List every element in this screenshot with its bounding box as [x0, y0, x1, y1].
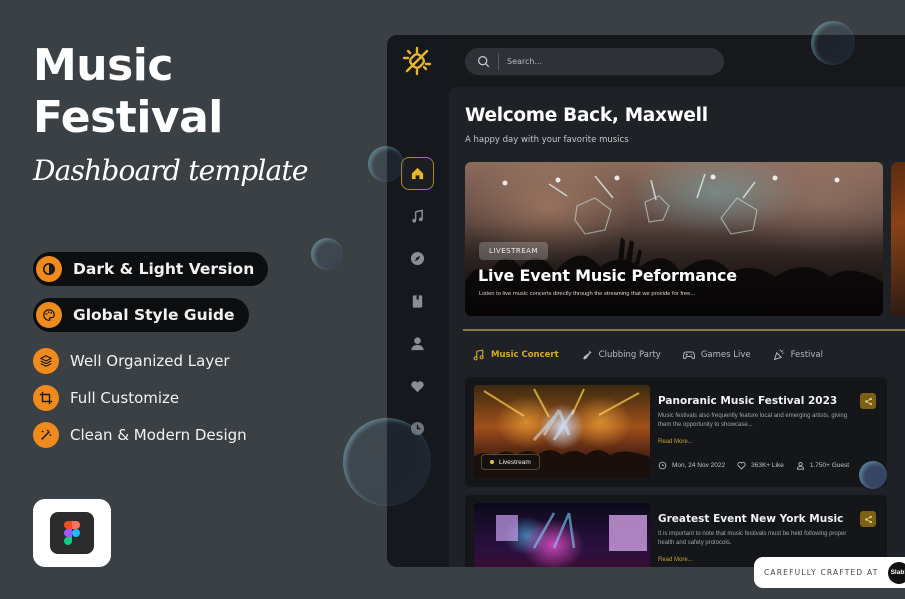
- compass-icon: [410, 251, 425, 266]
- feature-list: Dark & Light Version Global Style Guide …: [33, 252, 269, 455]
- calendar-clock-icon: [658, 461, 667, 470]
- feature-label: Clean & Modern Design: [70, 425, 247, 444]
- bottle-icon: [582, 350, 592, 360]
- share-button[interactable]: [860, 393, 876, 409]
- gamepad-icon: [682, 351, 695, 360]
- read-more-link[interactable]: Read More...: [658, 557, 693, 563]
- share-button[interactable]: [860, 511, 876, 527]
- page-title: Welcome Back, Maxwell: [465, 105, 708, 126]
- heart-icon: [737, 461, 746, 470]
- event-guests: 1.750+ Guest: [796, 461, 849, 470]
- sidebar-item-favorites[interactable]: [401, 370, 434, 403]
- event-image: Livestream: [474, 385, 650, 478]
- sidebar-item-history[interactable]: [401, 412, 434, 445]
- event-card[interactable]: Livestream Panoranic Music Festival 2023…: [465, 377, 887, 487]
- hero-title: Live Event Music Peformance: [478, 266, 737, 285]
- livestream-badge: Livestream: [481, 454, 540, 470]
- book-icon: [412, 294, 423, 308]
- tab-clubbing-party[interactable]: Clubbing Party: [581, 349, 661, 361]
- figma-badge: [33, 499, 111, 567]
- feature-label: Global Style Guide: [73, 306, 235, 324]
- layers-icon: [33, 347, 59, 374]
- concert-screen-image: [496, 512, 647, 551]
- event-title: Greatest Event New York Music: [658, 513, 844, 525]
- tab-music-concert[interactable]: Music Concert: [473, 349, 559, 361]
- share-icon: [864, 397, 872, 405]
- feature-item: Clean & Modern Design: [33, 418, 268, 451]
- promo-title-line2: Festival: [33, 92, 223, 143]
- app-logo-icon: [402, 46, 432, 76]
- search-bar[interactable]: [465, 48, 724, 75]
- event-date-text: Mon, 24 Nov 2022: [672, 462, 726, 469]
- party-popper-icon: [773, 349, 784, 361]
- magic-wand-icon: [33, 421, 59, 448]
- dashboard-window: Welcome Back, Maxwell A happy day with y…: [387, 35, 905, 567]
- feature-item: Well Organized Layer: [33, 344, 268, 377]
- clock-icon: [410, 421, 425, 436]
- sidebar-item-music[interactable]: [401, 200, 434, 233]
- tab-festival[interactable]: Festival: [773, 349, 823, 361]
- hero-description: Listen to live music concerts directly t…: [479, 291, 696, 297]
- event-likes: 363K+ Like: [737, 461, 784, 470]
- feature-label: Dark & Light Version: [73, 260, 255, 278]
- tab-label: Music Concert: [491, 350, 559, 360]
- feature-item: Global Style Guide: [33, 298, 249, 332]
- sidebar-item-library[interactable]: [401, 285, 434, 318]
- tab-label: Games Live: [700, 350, 751, 360]
- tab-label: Festival: [790, 350, 823, 360]
- event-description: Music festivals also frequently feature …: [658, 413, 848, 428]
- livestream-badge: LIVESTREAM: [479, 242, 549, 260]
- event-guests-text: 1.750+ Guest: [809, 462, 850, 469]
- event-description: It is important to note that music festi…: [658, 531, 847, 546]
- event-date: Mon, 24 Nov 2022: [658, 461, 725, 470]
- tab-games-live[interactable]: Games Live: [682, 349, 751, 361]
- user-icon: [411, 337, 424, 351]
- read-more-link[interactable]: Read More...: [658, 439, 693, 445]
- sidebar-item-profile[interactable]: [401, 327, 434, 360]
- event-title: Panoranic Music Festival 2023: [658, 395, 838, 407]
- promo-title: Music Festival: [33, 40, 223, 144]
- crafted-label: CAREFULLY CRAFTED AT: [764, 568, 879, 577]
- page-subtitle: A happy day with your favorite musics: [465, 135, 629, 145]
- share-icon: [864, 515, 872, 523]
- sidebar-nav: [401, 157, 434, 455]
- promo-title-line1: Music: [33, 40, 173, 91]
- event-meta: Mon, 24 Nov 2022 363K+ Like 1.750+ Guest: [658, 461, 861, 470]
- crop-icon: [33, 384, 59, 411]
- top-bar: [449, 35, 905, 95]
- feature-item: Dark & Light Version: [33, 252, 269, 286]
- category-tabs: Music Concert Clubbing Party Games Live …: [473, 349, 845, 361]
- search-icon: [478, 56, 490, 68]
- feature-item: Full Customize: [33, 381, 268, 414]
- section-divider: [463, 329, 905, 331]
- main-content: Welcome Back, Maxwell A happy day with y…: [449, 87, 905, 567]
- sidebar: [387, 35, 449, 567]
- sidebar-item-explore[interactable]: [401, 242, 434, 275]
- contrast-icon: [36, 256, 62, 282]
- figma-logo-icon: [50, 512, 94, 554]
- search-divider: [498, 53, 499, 70]
- decorative-bubble: [311, 238, 343, 270]
- home-icon: [411, 167, 424, 180]
- feature-label: Full Customize: [70, 388, 180, 407]
- event-likes-text: 363K+ Like: [751, 462, 784, 469]
- heart-icon: [411, 380, 424, 392]
- live-dot-icon: [490, 460, 494, 464]
- user-icon: [796, 461, 804, 470]
- slab-logo: Slab!: [887, 561, 905, 584]
- livestream-label: Livestream: [499, 458, 531, 466]
- search-input[interactable]: [507, 57, 707, 66]
- hero-banner[interactable]: LIVESTREAM Live Event Music Peformance L…: [465, 162, 883, 316]
- palette-icon: [36, 302, 62, 328]
- next-banner-preview[interactable]: [891, 162, 905, 316]
- tab-label: Clubbing Party: [598, 350, 661, 360]
- event-image: [474, 503, 650, 567]
- sidebar-item-home[interactable]: [401, 157, 434, 190]
- feature-label: Well Organized Layer: [70, 351, 230, 370]
- music-note-icon: [473, 349, 484, 361]
- music-note-icon: [412, 208, 423, 223]
- promo-subtitle: Dashboard template: [33, 154, 308, 187]
- crafted-by-badge[interactable]: CAREFULLY CRAFTED AT Slab!: [754, 557, 905, 588]
